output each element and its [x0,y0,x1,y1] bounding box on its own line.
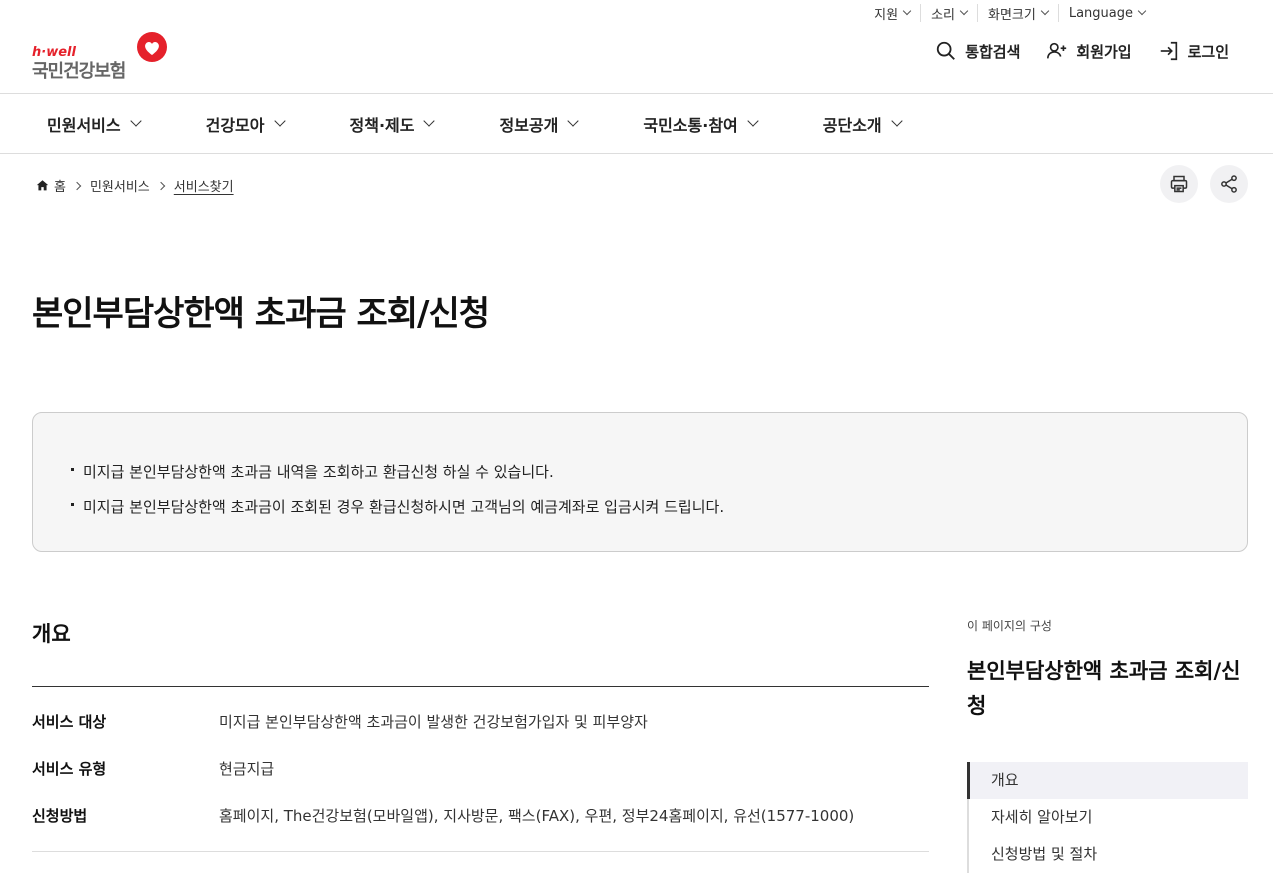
breadcrumb-level1[interactable]: 민원서비스 [90,176,150,195]
toc-item-overview[interactable]: 개요 [967,762,1248,799]
overview-row: 서비스 대상 미지급 본인부담상한액 초과금이 발생한 건강보험가입자 및 피부… [32,711,929,732]
utility-support[interactable]: 지원 [864,4,920,23]
chevron-down-icon [423,115,436,127]
breadcrumb-home[interactable]: 홈 [54,176,66,195]
gnb-menu-label: 정보공개 [499,115,559,135]
search-icon [937,41,956,60]
utility-sound-label: 소리 [931,7,955,23]
gnb-menu-label: 공단소개 [822,115,882,135]
logo-name: 국민건강보험 [32,61,126,82]
toc-list: 개요 자세히 알아보기 신청방법 및 절차 [967,762,1248,873]
chevron-down-icon [890,115,903,127]
gnb-menu-policy[interactable]: 정책·제도 [349,112,436,136]
notice-item: 미지급 본인부담상한액 초과금이 조회된 경우 환급신청하시면 고객님의 예금계… [69,490,1211,525]
gnb-menu-disclosure[interactable]: 정보공개 [499,112,580,136]
overview-row: 서비스 유형 현금지급 [32,758,929,779]
gnb-menu-label: 건강모아 [205,115,265,135]
gnb-menu-civil-service[interactable]: 민원서비스 [47,112,142,136]
chevron-down-icon [902,6,912,16]
gnb-menu-participation[interactable]: 국민소통·참여 [643,112,759,136]
login-icon [1160,41,1177,61]
page-title: 본인부담상한액 초과금 조회/신청 [32,294,490,334]
chevron-down-icon [1137,6,1147,16]
overview-top-divider [32,686,929,687]
notice-item: 미지급 본인부담상한액 초과금 내역을 조회하고 환급신청 하실 수 있습니다. [69,455,1211,490]
utility-sound[interactable]: 소리 [920,4,977,23]
breadcrumb-current[interactable]: 서비스찾기 [174,176,234,195]
toc-title: 본인부담상한액 초과금 조회/신청 [967,659,1241,718]
gnb-menu-health[interactable]: 건강모아 [205,112,286,136]
page-tools [1160,165,1248,203]
chevron-down-icon [273,115,286,127]
breadcrumb: 홈 민원서비스 서비스찾기 [36,176,234,195]
chevron-down-icon [129,115,142,127]
gnb-menu-label: 민원서비스 [47,115,121,135]
chevron-right-icon [156,181,166,190]
utility-support-label: 지원 [874,7,899,23]
overview-key: 신청방법 [32,807,88,825]
toc-item-procedure[interactable]: 신청방법 및 절차 [969,836,1248,873]
search-button[interactable]: 통합검색 [935,40,1020,62]
overview-heading: 개요 [32,622,71,646]
utility-screen-size[interactable]: 화면크기 [977,4,1058,23]
utility-language[interactable]: Language [1057,4,1155,22]
toc-caption: 이 페이지의 구성 [967,619,1052,633]
chevron-down-icon [1040,6,1050,16]
overview-row: 신청방법 홈페이지, The건강보험(모바일앱), 지사방문, 팩스(FAX),… [32,805,929,826]
overview-bottom-divider [32,851,929,852]
login-button[interactable]: 로그인 [1158,40,1229,62]
signup-button-label: 회원가입 [1076,42,1132,61]
share-button[interactable] [1210,165,1248,203]
overview-value: 현금지급 [219,760,275,778]
signup-button[interactable]: 회원가입 [1046,40,1132,62]
notice-box: 미지급 본인부담상한액 초과금 내역을 조회하고 환급신청 하실 수 있습니다.… [32,412,1248,552]
overview-key: 서비스 유형 [32,760,107,778]
user-add-icon [1047,42,1067,59]
home-icon [36,180,49,191]
share-icon [1221,175,1237,193]
overview-value: 홈페이지, The건강보험(모바일앱), 지사방문, 팩스(FAX), 우편, … [219,807,855,825]
toc-item-details[interactable]: 자세히 알아보기 [969,799,1248,836]
utility-bar: 지원 소리 화면크기 Language [864,4,1155,23]
chevron-right-icon [72,181,82,190]
print-icon [1170,175,1188,193]
chevron-down-icon [747,115,759,127]
utility-language-label: Language [1068,5,1133,21]
gnb-menu-about[interactable]: 공단소개 [822,112,903,136]
login-button-label: 로그인 [1187,42,1229,61]
overview-key: 서비스 대상 [32,713,107,731]
global-nav: 민원서비스 건강모아 정책·제도 정보공개 국민소통·참여 공단소개 [0,93,1273,154]
heart-logo-icon [137,32,167,62]
header-actions: 통합검색 회원가입 로그인 [935,40,1229,62]
search-button-label: 통합검색 [965,42,1021,61]
print-button[interactable] [1160,165,1198,203]
gnb-menu-label: 정책·제도 [349,115,415,135]
site-logo[interactable]: h·well 국민건강보험 [32,31,172,82]
chevron-down-icon [567,115,580,127]
chevron-down-icon [959,6,969,16]
gnb-menu-label: 국민소통·참여 [643,115,738,135]
utility-screen-size-label: 화면크기 [988,7,1036,23]
overview-value: 미지급 본인부담상한액 초과금이 발생한 건강보험가입자 및 피부양자 [219,713,648,731]
